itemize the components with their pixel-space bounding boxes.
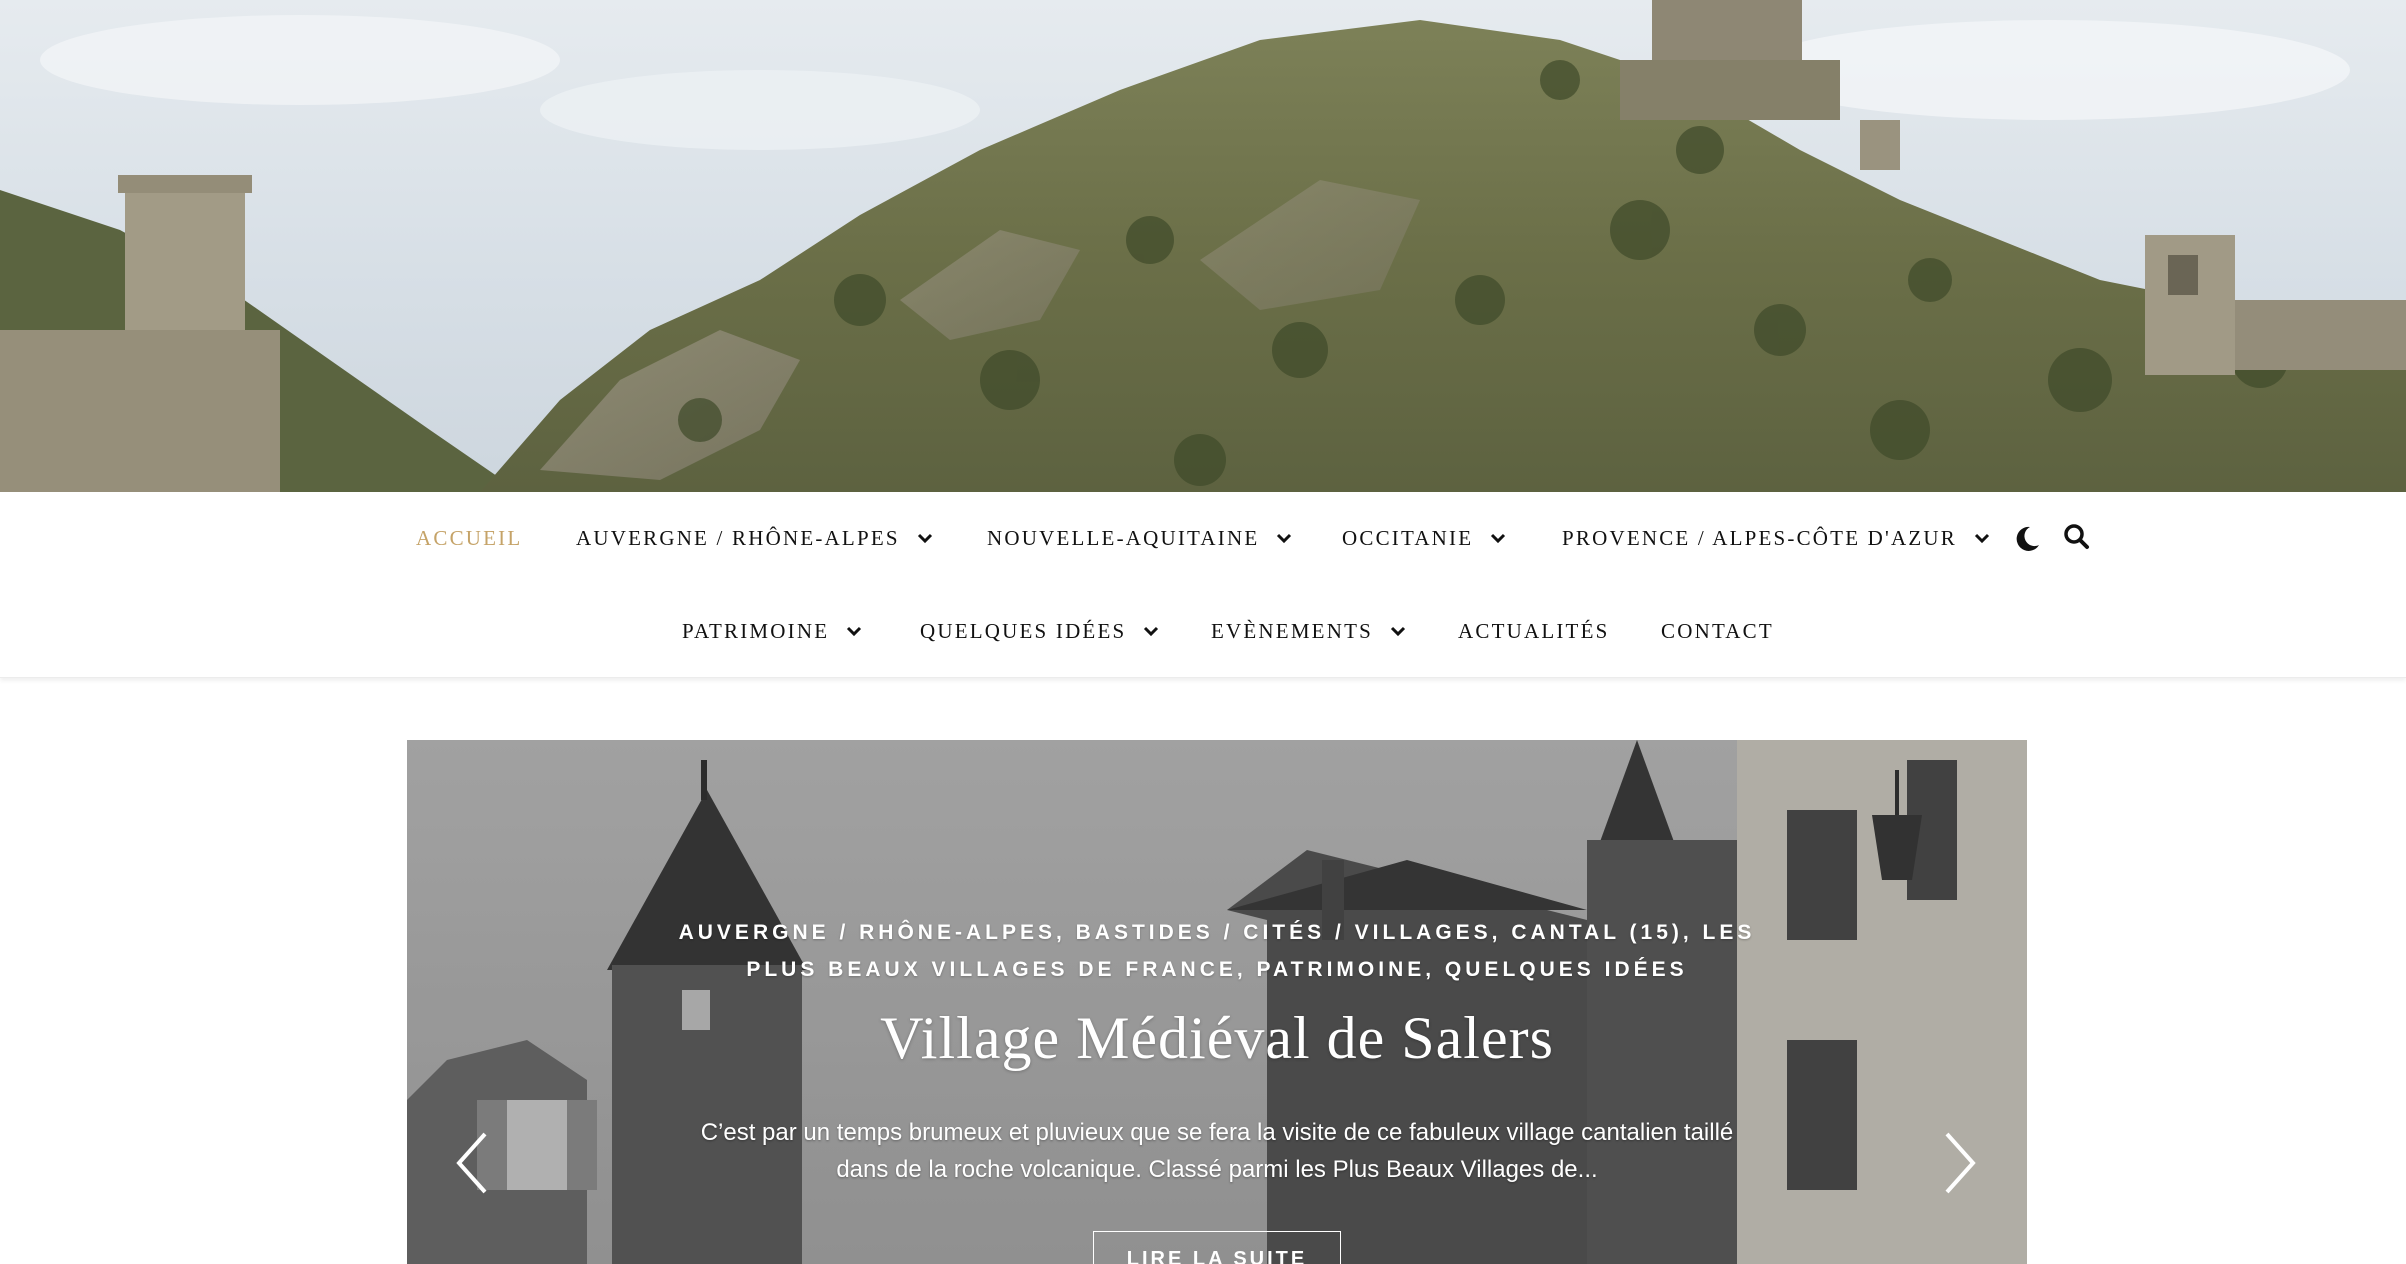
chevron-down-icon (1387, 620, 1409, 642)
nav-item-label: QUELQUES IDÉES (920, 618, 1127, 643)
post-categories[interactable]: AUVERGNE / RHÔNE-ALPES, BASTIDES / CITÉS… (657, 914, 1777, 988)
nav-item-label: CONTACT (1661, 618, 1774, 643)
nav-item-evenements[interactable]: EVÈNEMENTS (1211, 601, 1409, 661)
main-navigation: ACCUEIL AUVERGNE / RHÔNE-ALPES NOUVELLE-… (0, 492, 2406, 678)
nav-item-nouvelle-aquitaine[interactable]: NOUVELLE-AQUITAINE (987, 508, 1295, 568)
nav-item-auvergne-rhone-alpes[interactable]: AUVERGNE / RHÔNE-ALPES (576, 508, 936, 568)
post-excerpt: C’est par un temps brumeux et pluvieux q… (700, 1119, 1734, 1183)
featured-slider: AUVERGNE / RHÔNE-ALPES, BASTIDES / CITÉS… (407, 740, 2027, 1264)
nav-item-label: PATRIMOINE (682, 618, 830, 643)
chevron-down-icon (914, 527, 936, 549)
chevron-down-icon (843, 620, 865, 642)
nav-item-occitanie[interactable]: OCCITANIE (1342, 508, 1509, 568)
chevron-down-icon (1971, 527, 1993, 549)
nav-row-secondary: PATRIMOINE QUELQUES IDÉES EVÈNEMENTS ACT… (0, 601, 2406, 661)
nav-item-accueil[interactable]: ACCUEIL (416, 508, 522, 568)
chevron-down-icon (1273, 527, 1295, 549)
nav-item-quelques-idees[interactable]: QUELQUES IDÉES (920, 601, 1162, 661)
read-more-button[interactable]: LIRE LA SUITE (1093, 1231, 1341, 1264)
nav-item-label: NOUVELLE-AQUITAINE (987, 525, 1260, 550)
nav-item-label: OCCITANIE (1342, 525, 1474, 550)
chevron-right-icon[interactable] (1939, 1128, 1983, 1198)
nav-item-label: ACCUEIL (416, 525, 523, 550)
nav-item-contact[interactable]: CONTACT (1661, 601, 1774, 661)
search-icon[interactable] (2059, 520, 2095, 556)
nav-item-patrimoine[interactable]: PATRIMOINE (682, 601, 865, 661)
nav-item-actualites[interactable]: ACTUALITÉS (1458, 601, 1610, 661)
nav-item-label: EVÈNEMENTS (1211, 618, 1373, 643)
chevron-down-icon (1487, 527, 1509, 549)
moon-icon[interactable] (2009, 520, 2045, 556)
nav-row-primary: ACCUEIL AUVERGNE / RHÔNE-ALPES NOUVELLE-… (0, 508, 2406, 568)
castle-hill-photo-icon (0, 0, 2406, 492)
nav-item-label: ACTUALITÉS (1458, 618, 1610, 643)
nav-item-label: AUVERGNE / RHÔNE-ALPES (576, 525, 900, 550)
nav-item-label: PROVENCE / ALPES-CÔTE D'AZUR (1562, 525, 1957, 550)
hero-banner (0, 0, 2406, 492)
chevron-down-icon (1140, 620, 1162, 642)
post-title[interactable]: Village Médiéval de Salers (657, 1004, 1777, 1073)
nav-item-provence-alpes-cote-dazur[interactable]: PROVENCE / ALPES-CÔTE D'AZUR (1562, 508, 1993, 568)
chevron-left-icon[interactable] (449, 1128, 493, 1198)
